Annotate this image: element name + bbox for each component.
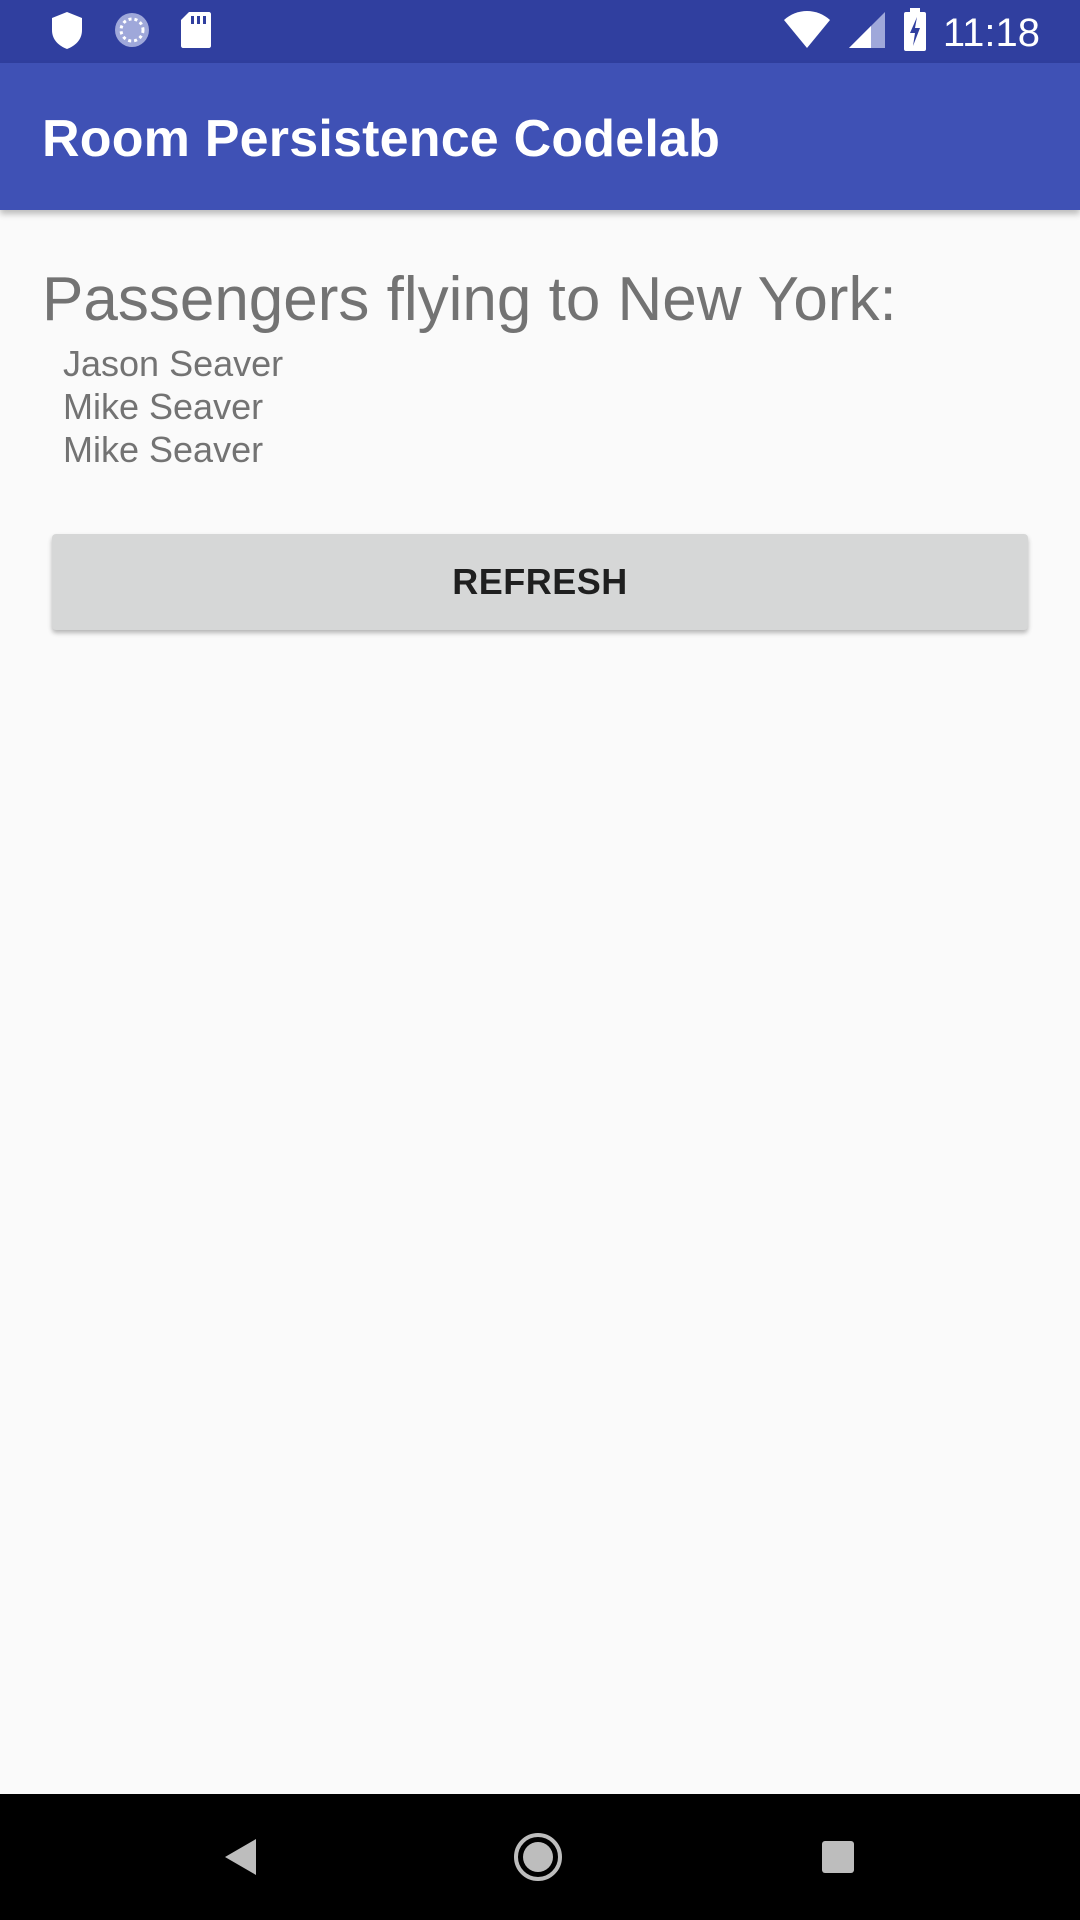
- status-left-icons: [50, 10, 212, 55]
- passenger-item: Mike Seaver: [63, 386, 264, 427]
- wifi-icon: [783, 10, 831, 55]
- navigation-bar: [0, 1794, 1080, 1920]
- app-title: Room Persistence Codelab: [42, 110, 721, 168]
- sync-icon: [112, 10, 152, 55]
- app-bar: Room Persistence Codelab: [0, 63, 1080, 210]
- home-icon[interactable]: [508, 1827, 568, 1887]
- battery-charging-icon: [903, 8, 927, 57]
- sd-card-icon: [180, 11, 212, 54]
- passenger-item: Jason Seaver: [63, 343, 284, 384]
- refresh-button[interactable]: REFRESH: [52, 534, 1028, 630]
- back-icon[interactable]: [210, 1827, 270, 1887]
- shield-icon: [50, 10, 84, 55]
- passenger-item: Mike Seaver: [63, 429, 264, 470]
- status-time: 11:18: [942, 10, 1040, 55]
- cell-signal-icon: [847, 10, 887, 55]
- passengers-heading: Passengers flying to New York:: [42, 265, 897, 334]
- recents-icon[interactable]: [808, 1827, 868, 1887]
- status-right-icons: 11:18: [783, 8, 1040, 57]
- status-bar: 11:18: [0, 0, 1080, 63]
- passenger-list: Jason Seaver Mike Seaver Mike Seaver: [63, 342, 283, 471]
